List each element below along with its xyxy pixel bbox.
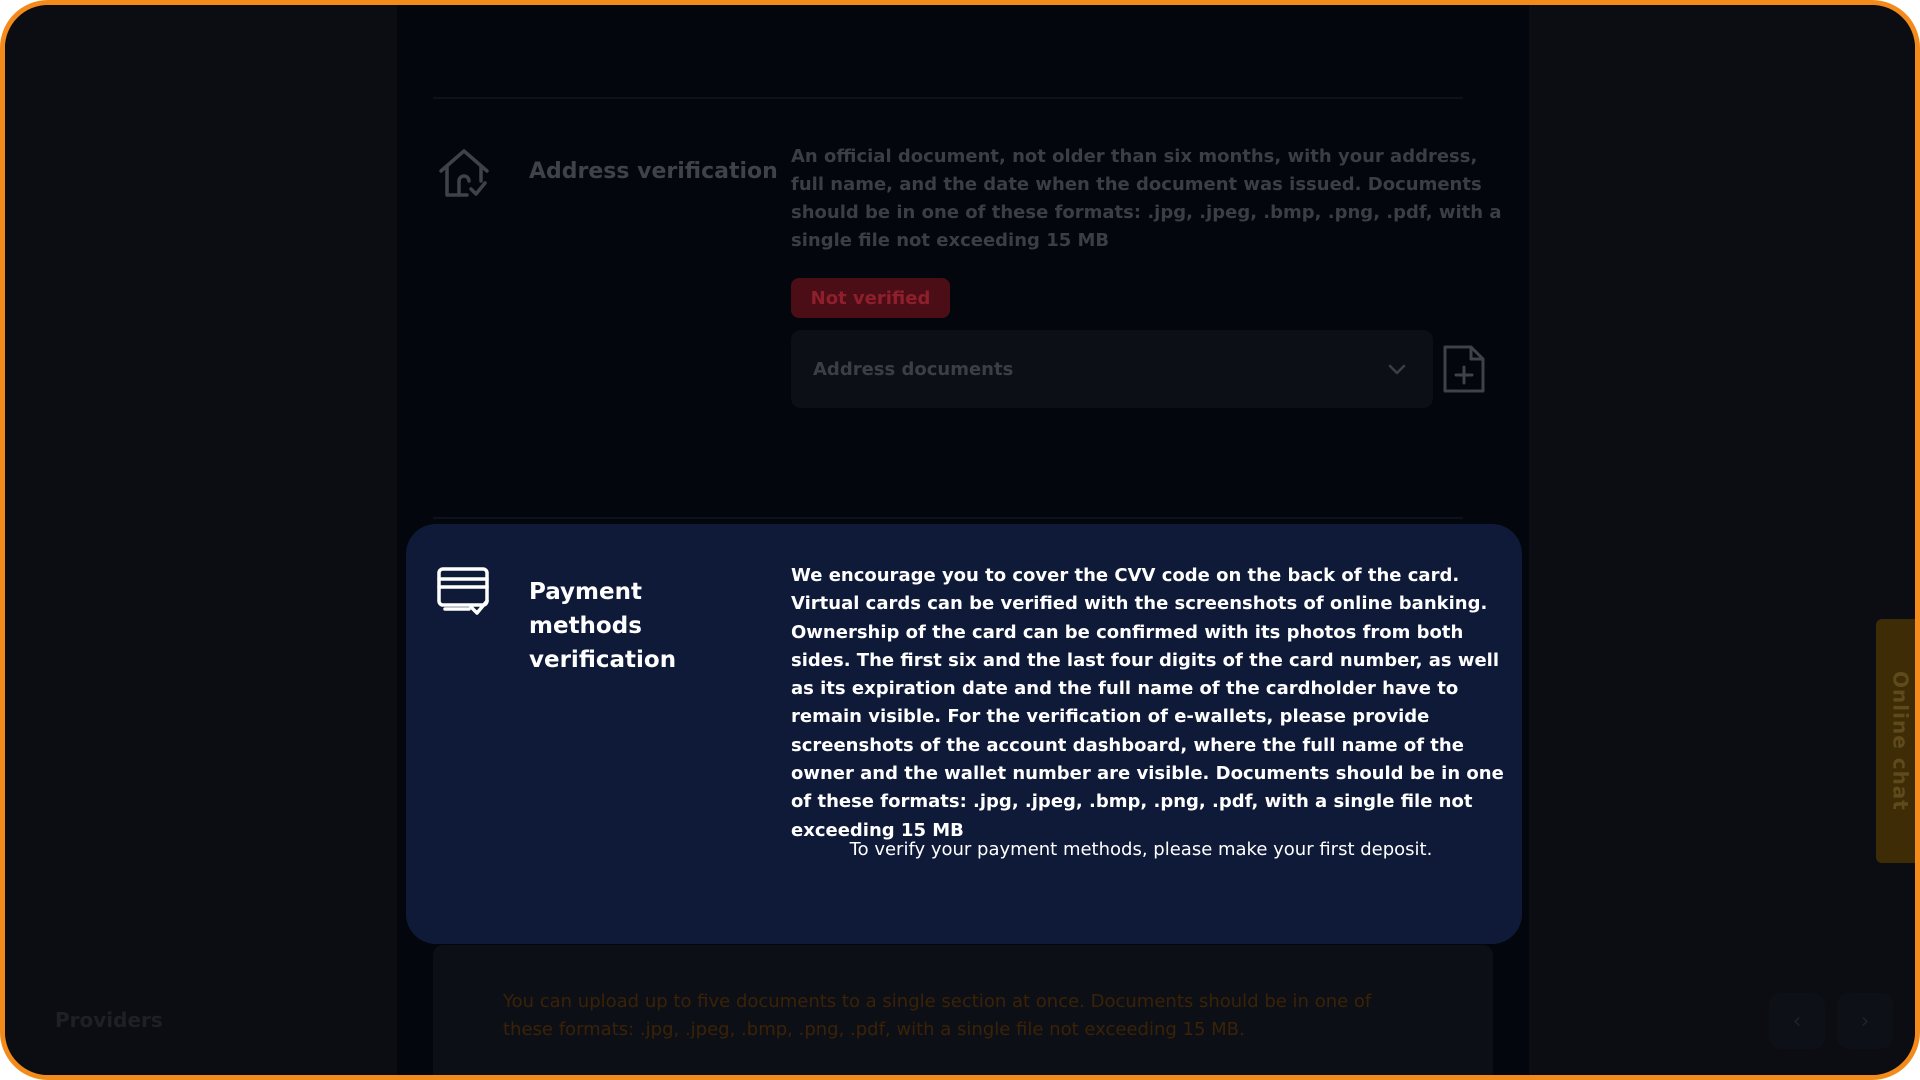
address-section-description: An official document, not older than six…: [791, 146, 1502, 251]
next-button[interactable]: ›: [1837, 993, 1893, 1049]
status-badge: Not verified: [791, 278, 950, 318]
file-add-icon[interactable]: [1441, 343, 1487, 395]
prev-button[interactable]: ‹: [1769, 993, 1825, 1049]
select-value: Address documents: [813, 358, 1014, 380]
app-frame: Address verification An official documen…: [0, 0, 1920, 1080]
upload-info-text: You can upload up to five documents to a…: [503, 991, 1372, 1040]
payment-section-description: We encourage you to cover the CVV code o…: [791, 565, 1504, 841]
chevron-down-icon: [1387, 360, 1407, 378]
background-left: [5, 5, 397, 1075]
address-documents-select[interactable]: Address documents: [791, 330, 1433, 408]
card-check-icon: [435, 565, 491, 621]
section-divider: [433, 517, 1463, 519]
background-right: [1523, 5, 1915, 1075]
online-chat-label: Online chat: [1888, 671, 1913, 811]
payment-section-title: Payment methods verification: [529, 579, 677, 673]
payment-deposit-note: To verify your payment methods, please m…: [849, 839, 1433, 860]
providers-heading: Providers: [55, 1008, 163, 1032]
section-divider: [433, 97, 1463, 99]
address-section-title: Address verification: [529, 159, 778, 184]
house-check-icon: [435, 145, 493, 203]
online-chat-tab[interactable]: Online chat: [1876, 619, 1915, 863]
